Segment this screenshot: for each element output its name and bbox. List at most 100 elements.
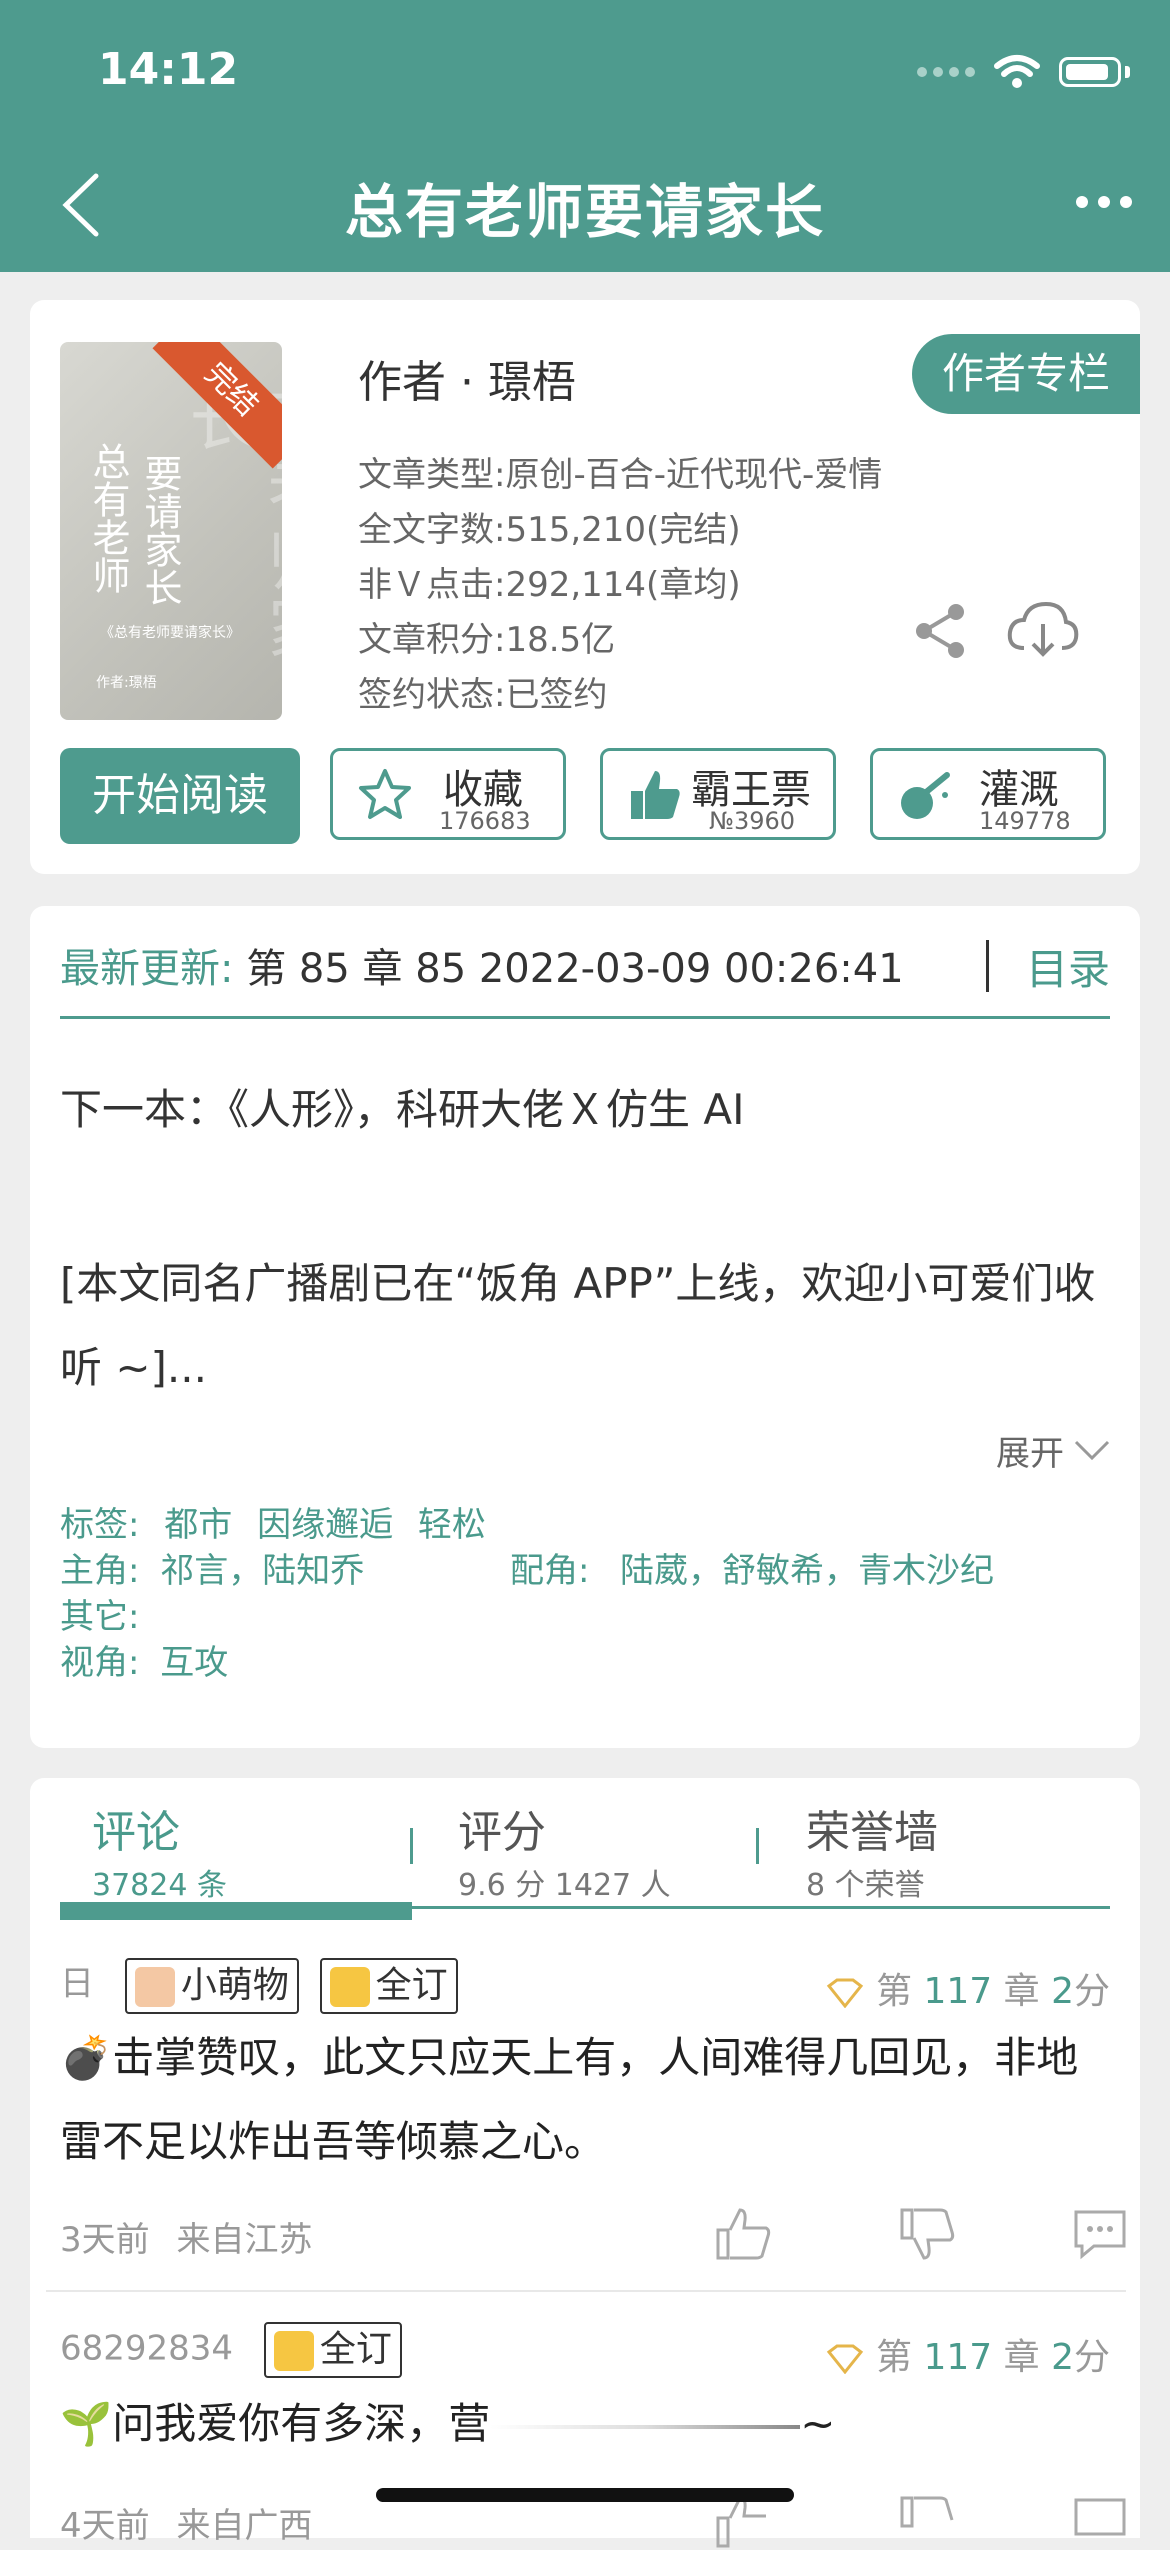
- chapter-prefix: 第: [875, 1971, 912, 2012]
- score-suffix: 分: [1073, 1971, 1110, 2012]
- favorite-button[interactable]: 收藏 176683: [330, 748, 566, 840]
- redacted-bar: [490, 2424, 801, 2429]
- tag-item[interactable]: 轻松: [418, 1505, 486, 1545]
- description-line1: 下一本：《人形》，科研大佬Ｘ仿生 AI: [60, 1085, 745, 1134]
- tab-comments-sub: 37824 条: [92, 1868, 227, 1903]
- status-time: 14:12: [98, 44, 239, 95]
- share-icon[interactable]: [914, 602, 968, 660]
- meta-words: 全文字数:515,210(完结): [358, 510, 741, 550]
- more-icon[interactable]: [1076, 196, 1132, 208]
- home-indicator: [376, 2488, 794, 2502]
- reply-icon[interactable]: [1070, 2494, 1130, 2550]
- comments-card: 评论 37824 条 评分 9.6 分 1427 人 荣誉墙 8 个荣誉 日 小…: [30, 1778, 1140, 2548]
- download-cloud-icon[interactable]: [1006, 600, 1080, 660]
- meta-type: 文章类型:原创-百合-近代现代-爱情: [358, 455, 883, 495]
- comment-text: 🌱问我爱你有多深，营 ~: [60, 2382, 1110, 2466]
- chapter-suffix: 章: [1003, 1971, 1040, 2012]
- tab-honors[interactable]: 荣誉墙 8 个荣誉: [806, 1796, 938, 1904]
- tab-honors-sub: 8 个荣誉: [806, 1868, 925, 1903]
- comment-divider: [46, 2290, 1126, 2292]
- dislike-icon[interactable]: [898, 2206, 958, 2262]
- other-label: 其它:: [60, 1597, 140, 1637]
- comment-text-main: 🌱问我爱你有多深，营: [60, 2399, 491, 2448]
- book-meta: 文章类型:原创-百合-近代现代-爱情 全文字数:515,210(完结) 非Ｖ点击…: [358, 448, 882, 723]
- tab-separator: [410, 1828, 413, 1864]
- description-card: 最新更新: 第 85 章 85 2022-03-09 00:26:41 目录 下…: [30, 906, 1140, 1748]
- badge-xiaomengwu: 小萌物: [124, 1957, 299, 2014]
- support-value: 陆葳，舒敏希，青木沙纪: [620, 1551, 994, 1591]
- view-label: 视角:: [60, 1643, 140, 1683]
- cover-title-a: 总有老师: [86, 442, 130, 594]
- comment-text: 💣击掌赞叹，此文只应天上有，人间难得几回见，非地雷不足以炸出吾等倾慕之心。: [60, 2033, 1079, 2166]
- tags-row: 标签: 都市 因缘邂逅 轻松: [60, 1502, 486, 1548]
- tag-item[interactable]: 因缘邂逅: [257, 1505, 393, 1545]
- battery-icon: [1059, 57, 1121, 87]
- chapter-num: 117: [923, 1971, 993, 2012]
- badge-label: 全订: [375, 1964, 448, 2006]
- badge-label: 小萌物: [180, 1964, 289, 2006]
- lead-row: 主角: 祁言，陆知乔 配角: 陆葳，舒敏希，青木沙纪: [60, 1548, 994, 1594]
- bawang-ticket-button[interactable]: 霸王票 №3960: [600, 748, 836, 840]
- bookmark-icon: [329, 1966, 370, 2007]
- tab-ratings-title: 评分: [458, 1807, 546, 1858]
- latest-update[interactable]: 最新更新: 第 85 章 85 2022-03-09 00:26:41: [60, 936, 1110, 1016]
- lead-label: 主角:: [60, 1551, 140, 1591]
- description-line2: [本文同名广播剧已在“饭角 APP”上线，欢迎小可爱们收听 ~]...: [60, 1259, 1096, 1392]
- latest-update-text: 第 85 章 85 2022-03-09 00:26:41: [246, 946, 904, 992]
- chapter-suffix: 章: [1003, 2337, 1040, 2378]
- cover-title-b: 要请家长: [138, 454, 182, 606]
- badge-quanding: 全订: [263, 2322, 402, 2378]
- author-column-button[interactable]: 作者专栏: [912, 334, 1140, 414]
- expand-button[interactable]: 展开: [996, 1426, 1110, 1475]
- cover-author: 作者:璟梧: [96, 675, 157, 691]
- support-label: 配角:: [510, 1551, 590, 1591]
- comment-user[interactable]: 68292834: [60, 2329, 233, 2369]
- meta-clicks: 非Ｖ点击:292,114(章均): [358, 565, 741, 605]
- author-name[interactable]: 作者 · 璟梧: [358, 346, 576, 410]
- battery-tip: [1125, 66, 1130, 78]
- other-row: 其它:: [60, 1594, 486, 1640]
- expand-label: 展开: [996, 1434, 1064, 1474]
- reply-icon[interactable]: [1070, 2206, 1130, 2262]
- tab-comments-title: 评论: [92, 1807, 180, 1858]
- watering-button[interactable]: 灌溉 149778: [870, 748, 1106, 840]
- meta-score: 文章积分:18.5亿: [358, 620, 616, 660]
- toc-link[interactable]: 目录: [1026, 936, 1110, 997]
- comment-chapter: 第 117 章 2分: [825, 2328, 1110, 2380]
- divider: [986, 940, 989, 992]
- view-row: 视角: 互攻: [60, 1640, 486, 1686]
- signal-icon: [917, 67, 975, 77]
- tab-active-indicator: [60, 1902, 412, 1920]
- comment-footer: 3天前 来自江苏: [60, 2212, 312, 2261]
- like-icon[interactable]: [714, 2206, 774, 2262]
- wifi-icon: [994, 55, 1040, 88]
- update-underline: [60, 1016, 1110, 1019]
- score-num: 2: [1051, 2337, 1074, 2378]
- book-cover[interactable]: 有老师家长 总有老师 要请家长 《总有老师要请家长》 作者:璟梧 完结: [60, 342, 282, 720]
- vip-diamond-icon: [826, 2344, 863, 2375]
- comment-location: 来自江苏: [176, 2220, 313, 2260]
- status-icons: [917, 54, 1130, 90]
- comment-time: 4天前: [60, 2506, 150, 2546]
- tag-item[interactable]: 都市: [164, 1505, 232, 1545]
- score-suffix: 分: [1073, 2337, 1110, 2378]
- tab-ratings-sub: 9.6 分 1427 人: [458, 1868, 671, 1903]
- comment-location: 来自广西: [176, 2506, 313, 2546]
- comment-user[interactable]: 日: [60, 1964, 94, 2004]
- tab-ratings[interactable]: 评分 9.6 分 1427 人: [458, 1796, 671, 1904]
- tab-honors-title: 荣誉墙: [806, 1807, 938, 1858]
- thumb-up-icon: [631, 771, 680, 819]
- start-reading-button[interactable]: 开始阅读: [60, 748, 300, 844]
- book-info-card: 有老师家长 总有老师 要请家长 《总有老师要请家长》 作者:璟梧 完结 作者 ·…: [30, 300, 1140, 874]
- comment-time: 3天前: [60, 2220, 150, 2260]
- watering-icon: [901, 772, 950, 819]
- tab-comments[interactable]: 评论 37824 条: [92, 1796, 227, 1904]
- comment-header: 日 小萌物 全订: [60, 1956, 458, 2014]
- dislike-icon[interactable]: [898, 2494, 958, 2550]
- like-icon[interactable]: [714, 2494, 774, 2550]
- view-value: 互攻: [160, 1643, 229, 1683]
- badge-label: 全订: [319, 2329, 392, 2370]
- chevron-down-icon: [1074, 1440, 1110, 1460]
- star-icon: [359, 769, 411, 819]
- comment-header: 68292834 全订: [60, 2322, 402, 2378]
